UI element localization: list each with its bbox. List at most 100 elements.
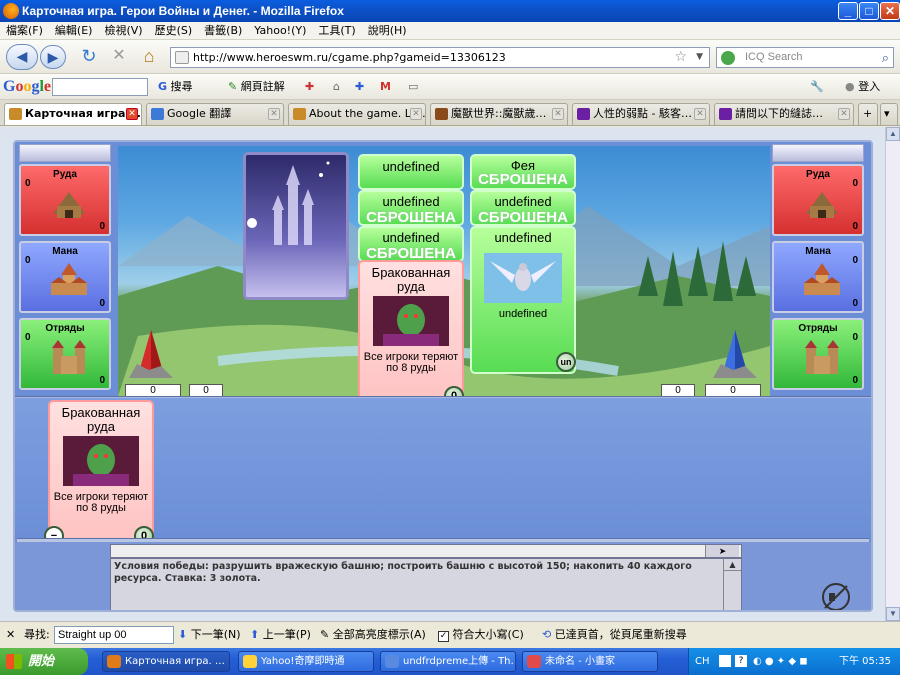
clock[interactable]: 下午 05:35	[839, 648, 891, 675]
menu-view[interactable]: 檢視(V)	[98, 22, 148, 40]
card-title: undefined	[382, 230, 440, 245]
signin-button[interactable]: ● 登入	[845, 74, 880, 100]
find-prev-button[interactable]: ⬆ 上一筆(P)	[250, 622, 311, 647]
new-tab-button[interactable]: +	[858, 103, 878, 125]
window-title: Карточная игра. Герои Войны и Денег. - M…	[22, 4, 344, 18]
annotate-button[interactable]: ✎ 網頁註解	[228, 74, 285, 100]
troops-income: 0	[852, 375, 858, 386]
ore-label: Руда	[53, 169, 77, 180]
forward-button[interactable]: ▶	[40, 45, 66, 69]
google-search-button[interactable]: G 搜尋	[158, 74, 193, 100]
goblin-illustration	[63, 436, 139, 486]
current-card-defective-ore[interactable]: Бракованная руда Все игроки теряют по 8 …	[358, 260, 464, 406]
checkbox-checked-icon: ✓	[438, 631, 449, 642]
keyboard-icon[interactable]	[719, 655, 731, 667]
menu-tools[interactable]: 工具(T)	[312, 22, 361, 40]
wrench-icon[interactable]: 🔧	[810, 74, 824, 100]
language-indicator[interactable]: CH	[695, 648, 710, 675]
castle-illustration	[247, 161, 330, 245]
maximize-button[interactable]: □	[859, 2, 879, 20]
smiley-icon	[243, 655, 257, 668]
tab-warcraft[interactable]: 魔獸世界::魔獸歲… ✕	[430, 103, 568, 125]
minimize-button[interactable]: _	[838, 2, 858, 20]
mana-count: 0	[852, 255, 858, 266]
navigation-toolbar: ◀ ▶ ↻ ✕ ⌂ http://www.heroeswm.ru/cgame.p…	[0, 40, 900, 74]
current-card-undefined[interactable]: undefined undefined un	[470, 226, 576, 374]
card-description: Все игроки теряют по 8 руды	[363, 351, 459, 374]
window-title-bar[interactable]: Карточная игра. Герои Войны и Денег. - M…	[0, 0, 900, 22]
menu-history[interactable]: 歷史(S)	[149, 22, 199, 40]
bookmark-star-icon[interactable]: ☆	[674, 48, 687, 67]
find-close-icon[interactable]: ✕	[6, 622, 15, 647]
stop-icon[interactable]: ✕	[106, 45, 132, 69]
fairy-illustration	[484, 253, 562, 303]
url-text: http://www.heroeswm.ru/cgame.php?gameid=…	[193, 51, 506, 64]
tab-close-icon[interactable]: ✕	[838, 108, 850, 120]
tab-close-icon[interactable]: ✕	[552, 108, 564, 120]
task-paint[interactable]: 未命名 - 小畫家	[522, 651, 658, 672]
find-status: ⟲ 已達頁首，從頁尾重新搜尋	[542, 628, 687, 641]
find-input[interactable]	[54, 626, 174, 644]
task-yahoo-messenger[interactable]: Yahoo!奇摩即時通	[238, 651, 374, 672]
scroll-down-icon[interactable]: ▼	[886, 607, 900, 621]
right-player-header	[772, 144, 864, 162]
tab-about-game[interactable]: About the game. Lor… ✕	[288, 103, 426, 125]
url-dropdown-icon[interactable]: ▼	[696, 48, 703, 67]
url-input[interactable]: http://www.heroeswm.ru/cgame.php?gameid=…	[170, 47, 710, 68]
match-case-checkbox[interactable]: ✓ 符合大小寫(C)	[438, 622, 524, 647]
tab-google-translate[interactable]: Google 翻譯 ✕	[146, 103, 284, 125]
back-button[interactable]: ◀	[6, 44, 38, 70]
plus-icon[interactable]: ✚	[355, 74, 364, 100]
played-card-fairy: Фея СБРОШЕНА	[470, 154, 576, 190]
bookmark-icon[interactable]: ✚	[305, 74, 314, 100]
google-search-input[interactable]	[52, 78, 148, 96]
gmail-icon[interactable]: M	[380, 74, 391, 100]
find-label: 尋找:	[24, 628, 50, 641]
card-title: undefined	[382, 159, 440, 174]
start-button[interactable]: 開始	[0, 648, 88, 675]
search-icon[interactable]: ⌕	[882, 48, 889, 67]
tab-card-game[interactable]: Карточная игра.… ✕	[4, 103, 142, 125]
menu-bookmarks[interactable]: 書籤(B)	[198, 22, 248, 40]
tray-icons[interactable]: ◐ ● ✦ ◆ ◼	[753, 648, 808, 675]
pencil-icon: ✎	[228, 80, 238, 93]
page-scrollbar[interactable]: ▲ ▼	[885, 127, 900, 621]
deck-card-back[interactable]	[243, 152, 349, 300]
card-title: undefined	[494, 194, 552, 209]
sound-off-icon[interactable]	[819, 582, 853, 612]
mana-label: Мана	[52, 246, 78, 257]
reload-icon[interactable]: ↻	[76, 45, 102, 69]
highlight-all-button[interactable]: ✎ 全部高亮度標示(A)	[320, 622, 426, 647]
tab-yahoo-answers-1[interactable]: 人性的弱點 - 駭客… ✕	[572, 103, 710, 125]
task-upload[interactable]: undfrdpreme上傳 - Th…	[380, 651, 516, 672]
tab-close-icon[interactable]: ✕	[126, 108, 138, 120]
card-description: undefined	[498, 308, 548, 320]
hand-card-defective-ore[interactable]: Бракованная руда Все игроки теряют по 8 …	[44, 400, 154, 546]
window-icon[interactable]: ▭	[408, 74, 418, 100]
card-cost-coin: un	[556, 352, 576, 372]
bank-icon[interactable]: ⌂	[333, 74, 340, 100]
task-firefox[interactable]: Карточная игра. …	[102, 651, 230, 672]
left-ore-panel: Руда 0 0	[19, 164, 111, 236]
tab-list-button[interactable]: ▾	[880, 103, 898, 125]
find-next-button[interactable]: ⬇ 下一筆(N)	[178, 622, 241, 647]
home-icon[interactable]: ⌂	[136, 45, 162, 69]
tab-close-icon[interactable]: ✕	[268, 108, 280, 120]
troops-income: 0	[99, 375, 105, 386]
menu-file[interactable]: 檔案(F)	[0, 22, 49, 40]
menu-edit[interactable]: 編輯(E)	[49, 22, 99, 40]
search-input[interactable]: ICQ Search ⌕	[716, 47, 894, 68]
discarded-stamp: СБРОШЕНА	[478, 209, 568, 226]
send-arrow-icon[interactable]: ➤	[705, 545, 739, 557]
help-icon[interactable]: ?	[735, 655, 747, 667]
scroll-up-icon[interactable]: ▲	[886, 127, 900, 141]
tab-close-icon[interactable]: ✕	[410, 108, 422, 120]
menu-yahoo[interactable]: Yahoo!(Y)	[248, 22, 312, 40]
menu-help[interactable]: 說明(H)	[362, 22, 413, 40]
log-scrollbar[interactable]: ▲ ▼	[723, 559, 741, 612]
tab-close-icon[interactable]: ✕	[694, 108, 706, 120]
scroll-down-icon: ▼	[724, 611, 741, 612]
close-window-button[interactable]: ✕	[880, 2, 900, 20]
tab-yahoo-answers-2[interactable]: 請問以下的縫誌… ✕	[714, 103, 854, 125]
menu-bar: 檔案(F) 編輯(E) 檢視(V) 歷史(S) 書籤(B) Yahoo!(Y) 工具(T) 說…	[0, 22, 900, 40]
